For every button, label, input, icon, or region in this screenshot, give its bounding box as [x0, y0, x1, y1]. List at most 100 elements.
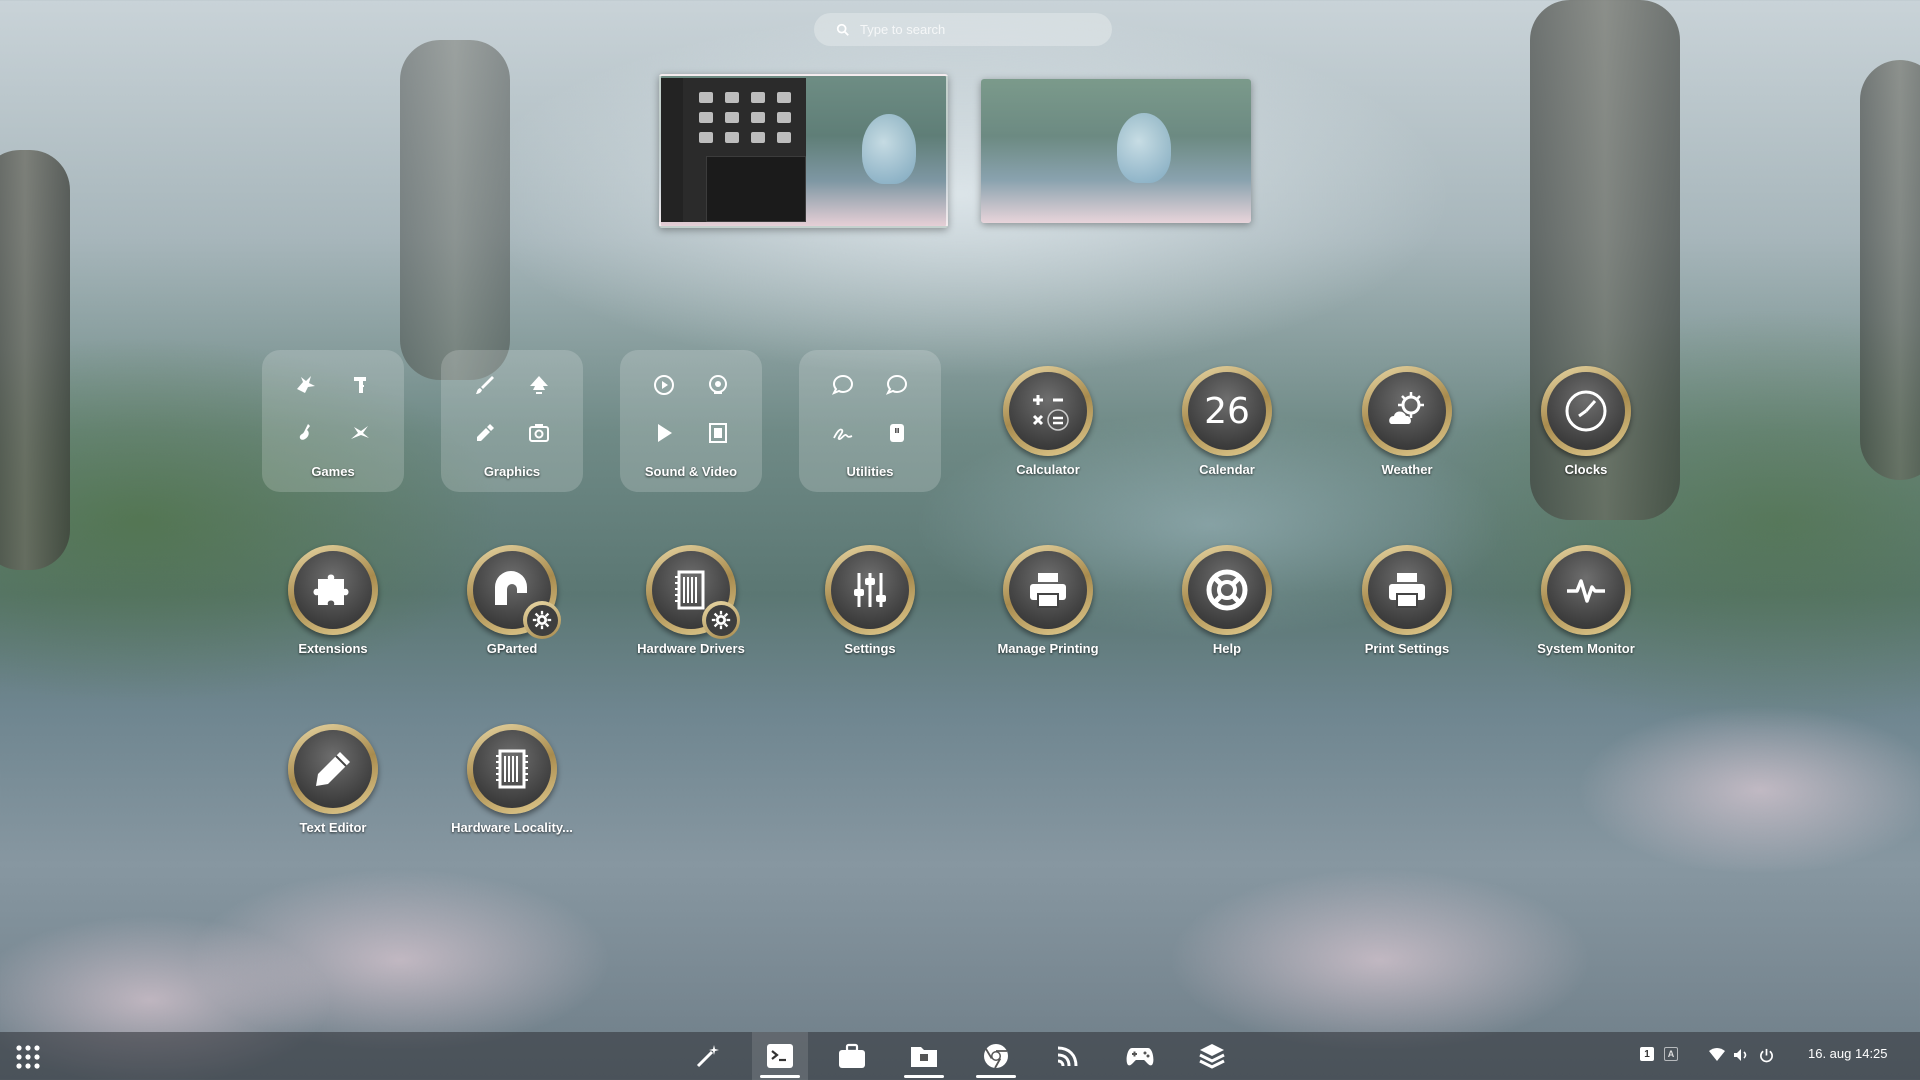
app-hardware-drivers[interactable]: Hardware Drivers: [637, 545, 745, 656]
gear-bug-icon: [347, 420, 373, 446]
app-label: Manage Printing: [997, 641, 1099, 656]
app-label: GParted: [486, 641, 538, 656]
calendar-icon: 26: [1204, 390, 1250, 432]
app-label: Calculator: [1016, 462, 1080, 477]
app-text-editor[interactable]: Text Editor: [288, 724, 378, 835]
app-calculator[interactable]: Calculator: [1003, 366, 1093, 477]
search-icon: [836, 23, 849, 36]
app-label: Text Editor: [299, 820, 367, 835]
chat-icon: [830, 372, 856, 398]
folder-label: Utilities: [846, 464, 894, 479]
dock: [0, 1032, 1920, 1080]
show-apps-button[interactable]: [14, 1043, 42, 1071]
app-grid-icon: [16, 1045, 40, 1069]
app-help[interactable]: Help: [1182, 545, 1272, 656]
app-print-settings[interactable]: Print Settings: [1362, 545, 1452, 656]
search-bar[interactable]: [814, 13, 1112, 46]
app-system-monitor[interactable]: System Monitor: [1537, 545, 1635, 656]
screenshot-icon: [526, 420, 552, 446]
gear-icon: [711, 610, 731, 630]
background-tree: [1860, 60, 1920, 480]
dock-app-terminal[interactable]: [752, 1032, 808, 1080]
pencil-icon: [316, 752, 350, 786]
brush-icon: [472, 372, 498, 398]
dock-app-layers[interactable]: [1184, 1032, 1240, 1080]
folder-label: Sound & Video: [644, 464, 738, 479]
folder-label: Games: [311, 464, 355, 479]
webcam-icon: [705, 372, 731, 398]
briefcase-icon: [839, 1043, 865, 1068]
color-picker-icon: [472, 420, 498, 446]
usb-icon: [884, 420, 910, 446]
app-clocks[interactable]: Clocks: [1541, 366, 1631, 477]
gear-icon: [532, 610, 552, 630]
media-play-icon: [651, 372, 677, 398]
window-thumbnail[interactable]: [661, 78, 806, 222]
app-label: Extensions: [298, 641, 368, 656]
printer-icon: [1030, 573, 1066, 608]
app-label: Help: [1212, 641, 1242, 656]
signature-icon: [830, 420, 856, 446]
power-icon[interactable]: [1758, 1047, 1774, 1063]
app-weather[interactable]: Weather: [1362, 366, 1452, 477]
dock-app-files[interactable]: [896, 1032, 952, 1080]
font-icon: [347, 372, 373, 398]
app-label: Weather: [1381, 462, 1433, 477]
app-gparted[interactable]: GParted: [467, 545, 561, 656]
sliders-icon: [854, 573, 886, 607]
search-input[interactable]: [860, 22, 1080, 37]
inkscape-icon: [526, 372, 552, 398]
app-label: Settings: [844, 641, 896, 656]
dock-app-magic-wand[interactable]: [680, 1032, 736, 1080]
background-tree: [400, 40, 510, 380]
workspace-indicator-1[interactable]: 1: [1640, 1047, 1654, 1061]
clock-display[interactable]: 16. aug 14:25: [1808, 1046, 1888, 1061]
app-manage-printing[interactable]: Manage Printing: [997, 545, 1099, 656]
chat-icon: [884, 372, 910, 398]
gamepad-icon: [1126, 1048, 1154, 1066]
dock-app-gamepad[interactable]: [1112, 1032, 1168, 1080]
app-hardware-locality[interactable]: Hardware Locality...: [451, 724, 573, 835]
app-label: Print Settings: [1364, 641, 1450, 656]
lifebuoy-icon: [1206, 569, 1248, 611]
volume-icon[interactable]: [1733, 1047, 1749, 1063]
wifi-icon[interactable]: [1709, 1047, 1725, 1063]
folder-label: Graphics: [483, 464, 541, 479]
workspace-indicator-2[interactable]: A: [1664, 1047, 1678, 1061]
app-label: System Monitor: [1537, 641, 1635, 656]
folder-utilities[interactable]: Utilities: [799, 350, 941, 492]
calculator-icon: [1032, 395, 1069, 431]
dock-app-briefcase[interactable]: [824, 1032, 880, 1080]
weather-icon: [1389, 392, 1424, 424]
workspace-number: 1: [1644, 1048, 1650, 1060]
dock-app-rss[interactable]: [1040, 1032, 1096, 1080]
files-icon: [911, 1047, 937, 1067]
rss-icon: [1057, 1046, 1078, 1067]
background-tree: [0, 150, 70, 570]
printer-icon: [1389, 573, 1425, 608]
chip-icon: [496, 749, 528, 789]
app-label: Hardware Locality...: [451, 820, 573, 835]
chrome-icon: [984, 1044, 1008, 1069]
folder-graphics[interactable]: Graphics: [441, 350, 583, 492]
pulse-icon: [1567, 579, 1605, 603]
folder-games[interactable]: Games: [262, 350, 404, 492]
folder-sound-video[interactable]: Sound & Video: [620, 350, 762, 492]
layers-icon: [1199, 1044, 1225, 1069]
dragon-icon: [293, 372, 319, 398]
app-extensions[interactable]: Extensions: [288, 545, 378, 656]
play-icon: [651, 420, 677, 446]
film-icon: [705, 420, 731, 446]
violin-icon: [293, 420, 319, 446]
app-label: Clocks: [1564, 462, 1608, 477]
workspace-thumbnail-1[interactable]: [659, 74, 948, 228]
app-settings[interactable]: Settings: [825, 545, 915, 656]
puzzle-icon: [313, 574, 349, 605]
terminal-icon: [767, 1044, 793, 1068]
app-calendar[interactable]: 26 Calendar: [1182, 366, 1272, 477]
app-label: Hardware Drivers: [637, 641, 745, 656]
app-label: Calendar: [1199, 462, 1255, 477]
magic-wand-icon: [696, 1045, 719, 1068]
workspace-thumbnail-2[interactable]: [981, 79, 1251, 223]
dock-app-chrome[interactable]: [968, 1032, 1024, 1080]
